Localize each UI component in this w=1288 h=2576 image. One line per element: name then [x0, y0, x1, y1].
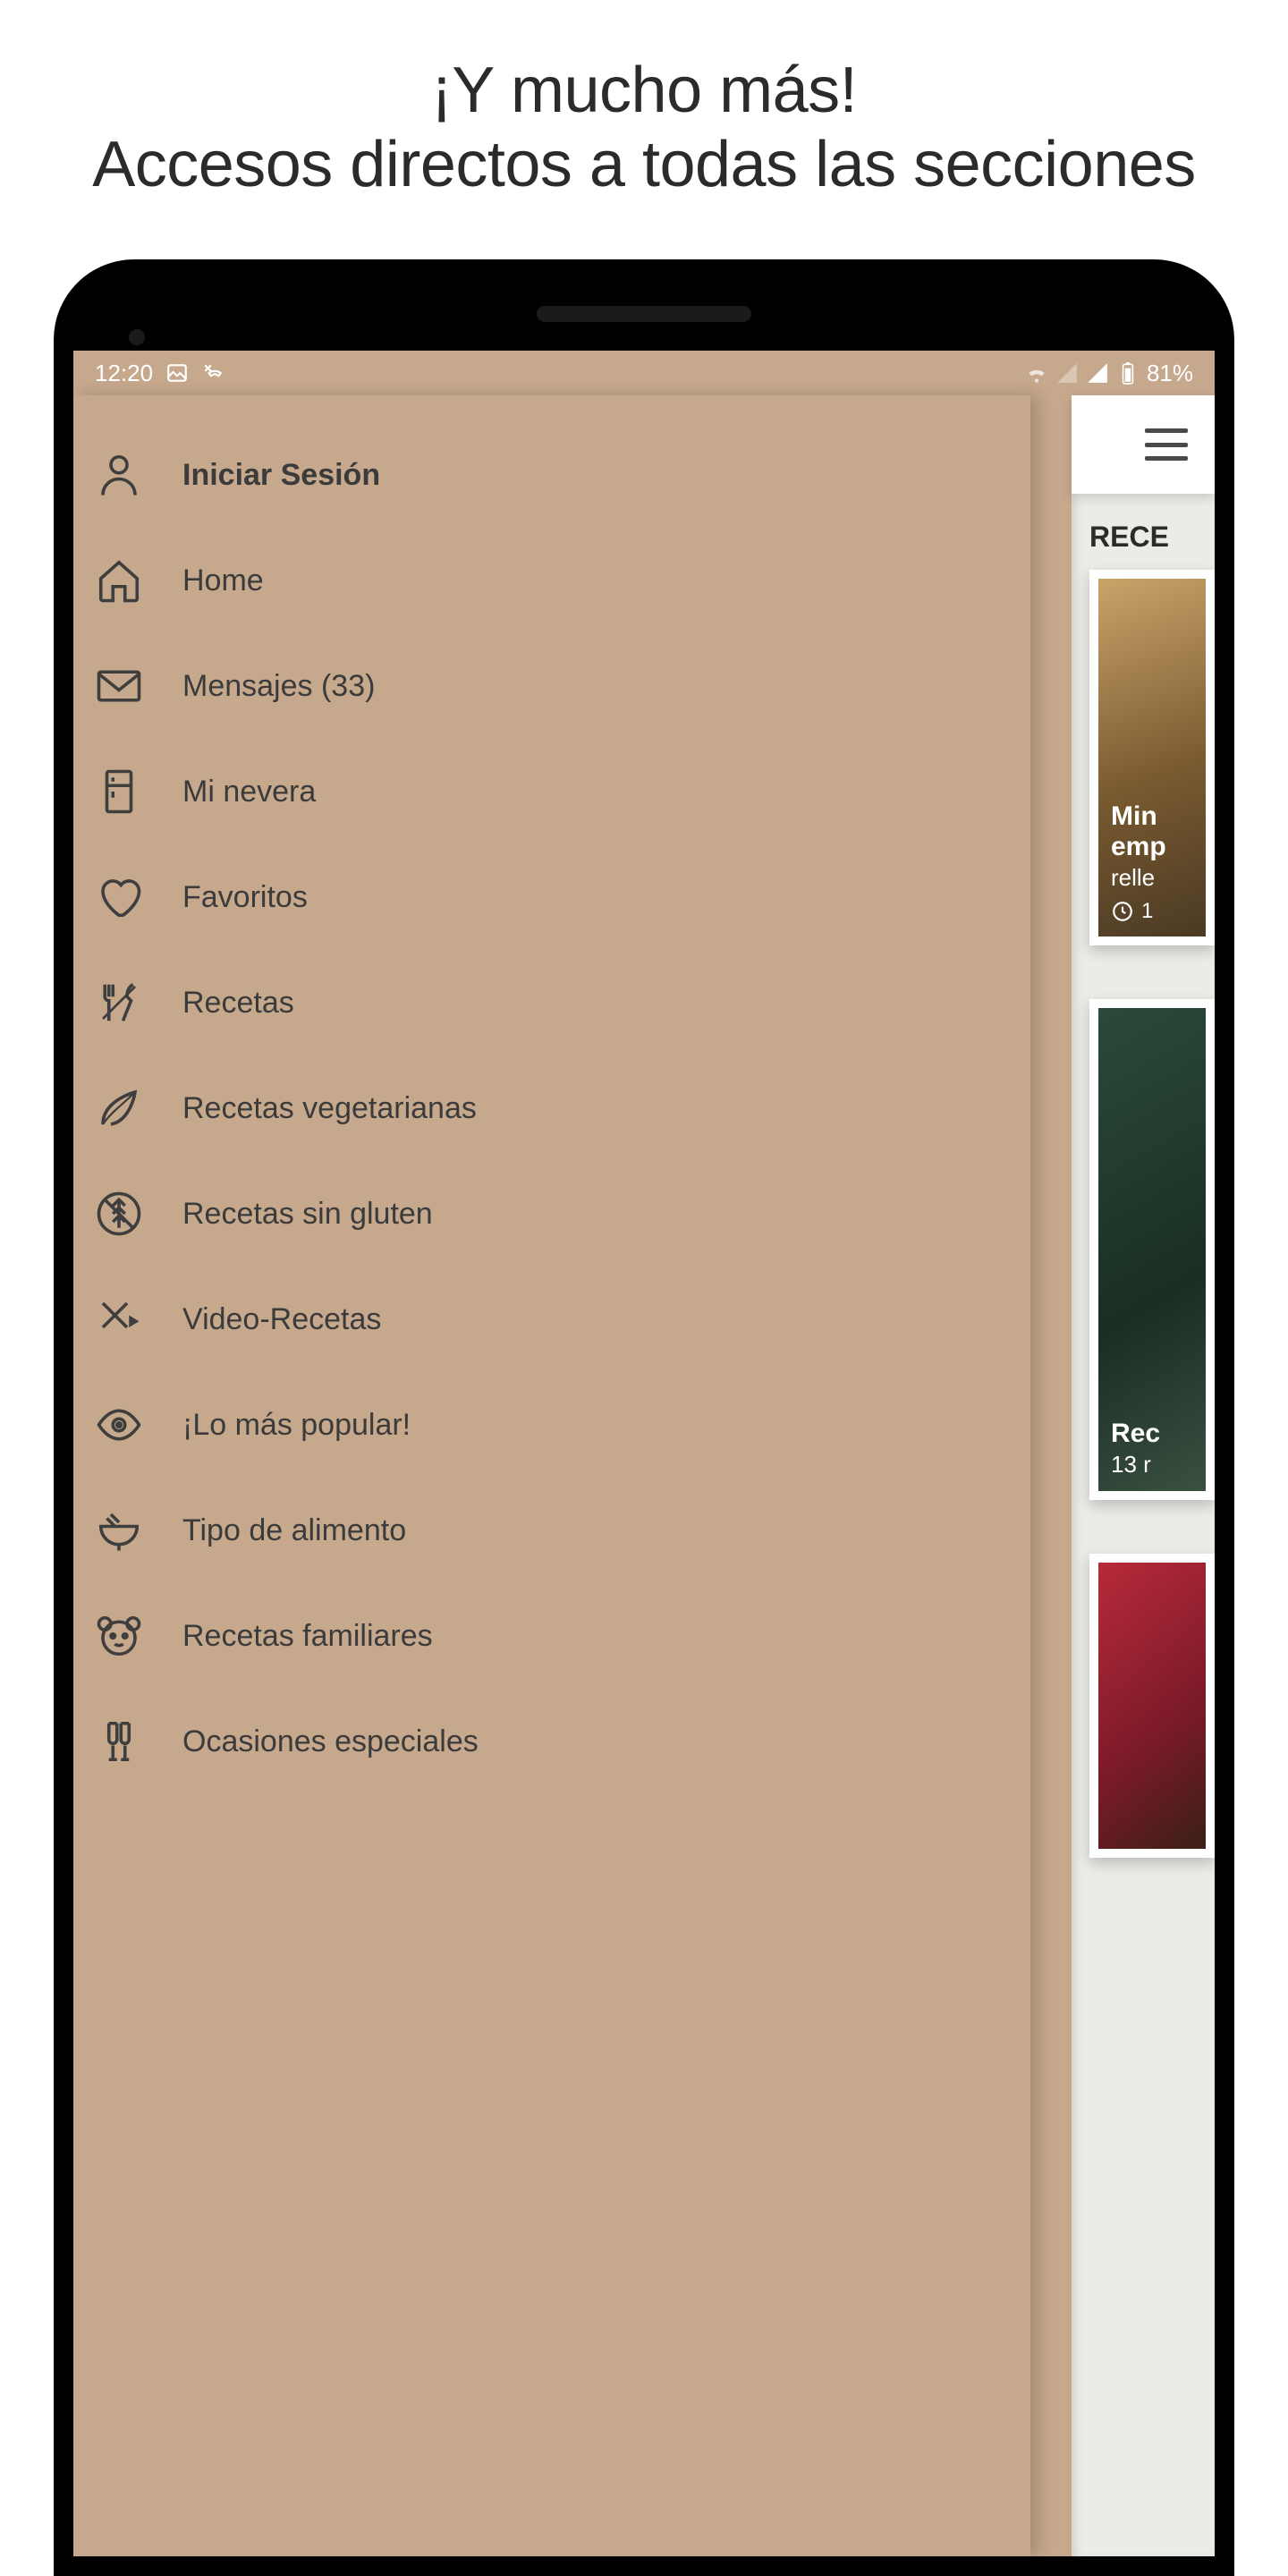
- navigation-drawer: Iniciar Sesión Home Mensajes (33): [73, 395, 1030, 2556]
- user-icon: [88, 449, 150, 501]
- wifi-icon: [1025, 361, 1048, 385]
- glasses-icon: [88, 1716, 150, 1767]
- fridge-icon: [88, 766, 150, 818]
- utensils-icon: [88, 977, 150, 1029]
- card-time: 1: [1141, 899, 1153, 924]
- phone-frame: 12:20: [54, 259, 1234, 2576]
- section-title: RECE: [1089, 521, 1215, 570]
- app-screen: 12:20: [73, 351, 1215, 2556]
- sidebar-item-food-type[interactable]: Tipo de alimento: [82, 1478, 1013, 1583]
- sidebar-item-label: Tipo de alimento: [182, 1513, 406, 1548]
- bear-icon: [88, 1610, 150, 1662]
- sidebar-item-label: Recetas sin gluten: [182, 1197, 433, 1232]
- sidebar-item-label: Recetas vegetarianas: [182, 1091, 477, 1126]
- video-utensils-icon: [88, 1293, 150, 1345]
- hamburger-icon[interactable]: [1145, 428, 1188, 461]
- sidebar-item-glutenfree[interactable]: Recetas sin gluten: [82, 1161, 1013, 1267]
- sidebar-item-label: Video-Recetas: [182, 1302, 381, 1337]
- sidebar-item-messages[interactable]: Mensajes (33): [82, 633, 1013, 739]
- sidebar-item-label: Iniciar Sesión: [182, 458, 380, 493]
- leaf-icon: [88, 1082, 150, 1134]
- eye-icon: [88, 1399, 150, 1451]
- bowl-icon: [88, 1504, 150, 1556]
- home-icon: [88, 555, 150, 606]
- image-icon: [165, 361, 189, 385]
- sidebar-item-vegetarian[interactable]: Recetas vegetarianas: [82, 1055, 1013, 1161]
- card-subtitle: 13 r: [1111, 1451, 1193, 1479]
- recipe-card[interactable]: Rec 13 r: [1089, 999, 1215, 1500]
- status-bar: 12:20: [73, 351, 1215, 395]
- sidebar-item-popular[interactable]: ¡Lo más popular!: [82, 1372, 1013, 1478]
- phone-camera: [129, 329, 145, 345]
- sidebar-item-favorites[interactable]: Favoritos: [82, 844, 1013, 950]
- sidebar-item-label: ¡Lo más popular!: [182, 1408, 411, 1443]
- sidebar-item-video-recipes[interactable]: Video-Recetas: [82, 1267, 1013, 1372]
- sidebar-item-label: Mensajes (33): [182, 669, 375, 704]
- signal-icon: [1086, 361, 1109, 385]
- status-time: 12:20: [95, 360, 153, 387]
- main-header: [1072, 395, 1215, 494]
- heart-icon: [88, 871, 150, 923]
- sidebar-item-recipes[interactable]: Recetas: [82, 950, 1013, 1055]
- sidebar-item-label: Recetas: [182, 986, 294, 1021]
- battery-icon: [1116, 361, 1140, 385]
- signal-weak-icon: [1055, 361, 1079, 385]
- sidebar-item-label: Mi nevera: [182, 775, 316, 809]
- envelope-icon: [88, 660, 150, 712]
- marketing-title: ¡Y mucho más!Accesos directos a todas la…: [0, 0, 1288, 229]
- sidebar-item-fridge[interactable]: Mi nevera: [82, 739, 1013, 844]
- card-title-2: emp: [1111, 832, 1193, 862]
- sidebar-item-label: Favoritos: [182, 880, 308, 915]
- sidebar-item-home[interactable]: Home: [82, 528, 1013, 633]
- sidebar-item-login[interactable]: Iniciar Sesión: [82, 422, 1013, 528]
- card-title: Rec: [1111, 1419, 1193, 1449]
- gluten-free-icon: [88, 1188, 150, 1240]
- sidebar-item-label: Home: [182, 564, 264, 598]
- sidebar-item-family[interactable]: Recetas familiares: [82, 1583, 1013, 1689]
- content-underlay: RECE Min emp relle 1: [1072, 395, 1215, 2556]
- sidebar-item-occasions[interactable]: Ocasiones especiales: [82, 1689, 1013, 1794]
- clock-icon: [1111, 900, 1134, 923]
- battery-percent: 81%: [1147, 360, 1193, 387]
- card-subtitle: relle: [1111, 864, 1193, 892]
- sidebar-item-label: Recetas familiares: [182, 1619, 433, 1654]
- recipe-card[interactable]: Min emp relle 1: [1089, 570, 1215, 945]
- missed-call-icon: [201, 361, 225, 385]
- recipe-card[interactable]: [1089, 1554, 1215, 1858]
- phone-speaker: [537, 306, 751, 322]
- card-title: Min: [1111, 801, 1193, 832]
- sidebar-item-label: Ocasiones especiales: [182, 1724, 479, 1759]
